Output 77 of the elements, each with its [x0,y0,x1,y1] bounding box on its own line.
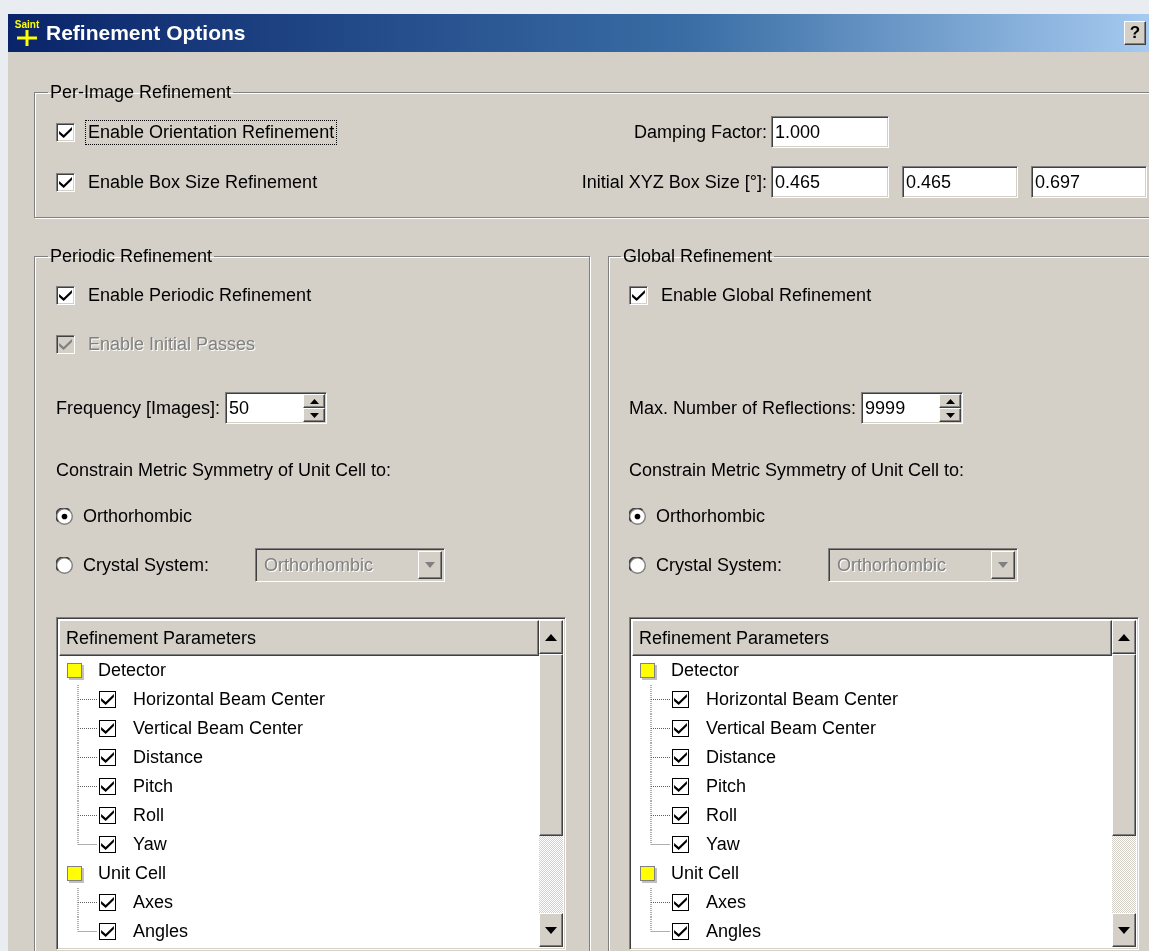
tree-item[interactable]: Detector [67,660,167,681]
down-arrow-icon [1118,926,1130,934]
down-arrow-icon [945,412,955,418]
down-arrow-icon [309,412,319,418]
group-title: Periodic Refinement [49,246,214,267]
checkbox[interactable]: Roll [670,805,737,826]
tree-connector [650,772,670,801]
checkbox[interactable]: Enable Periodic Refinement [56,283,315,308]
scroll-down-button[interactable] [539,913,563,947]
radio-button[interactable]: Crystal System: [629,554,783,576]
scroll-up-button[interactable] [1112,620,1136,654]
column-header[interactable]: Refinement Parameters [632,620,1112,656]
checkbox[interactable]: Roll [97,805,164,826]
field-label: Max. Number of Reflections: [629,397,857,419]
tree-connector [650,743,670,772]
scroll-up-button[interactable] [539,620,563,654]
section-label: Constrain Metric Symmetry of Unit Cell to: [629,458,966,482]
down-arrow-icon [545,926,557,934]
checkbox[interactable]: Yaw [97,834,167,855]
spin-box[interactable]: 50 [225,392,328,424]
tree-connector [650,685,670,714]
window-title: Refinement Options [46,21,247,45]
spin-down-button[interactable] [939,408,962,422]
tree-connector [77,743,97,772]
tree-item[interactable]: Unit Cell [640,863,740,884]
radio-button[interactable]: Orthorhombic [629,505,766,527]
checkbox[interactable]: Axes [670,892,747,913]
group-title: Global Refinement [622,246,774,267]
checkbox[interactable]: Pitch [670,776,747,797]
checkbox[interactable]: Axes [97,892,174,913]
checkbox[interactable]: Horizontal Beam Center [97,689,326,710]
scroll-thumb[interactable] [1112,654,1136,836]
spin-up-button[interactable] [303,394,326,408]
up-arrow-icon [945,398,955,404]
help-button[interactable]: ? [1124,21,1146,45]
checkbox[interactable]: Enable Global Refinement [629,283,875,308]
tree-connector [650,714,670,743]
scrollbar[interactable] [539,620,563,947]
field-label: Damping Factor: [632,121,768,143]
app-logo: Saint [12,20,42,46]
caret-icon [425,562,435,568]
section-label: Constrain Metric Symmetry of Unit Cell to: [56,458,393,482]
checkbox[interactable]: Distance [670,747,777,768]
scrollbar[interactable] [1112,620,1136,947]
tree-connector [77,685,97,714]
text-field[interactable]: 0.465 [902,166,1018,198]
field-label: Frequency [Images]: [56,397,221,419]
spin-box[interactable]: 9999 [861,392,964,424]
column-header[interactable]: Refinement Parameters [59,620,539,656]
scroll-down-button[interactable] [1112,913,1136,947]
text-field[interactable]: 1.000 [771,116,889,148]
up-arrow-icon [1118,633,1130,641]
tree-item[interactable]: Detector [640,660,740,681]
radio-button[interactable]: Orthorhombic [56,505,193,527]
checkbox[interactable]: Angles [97,921,189,942]
tree-connector [77,714,97,743]
spin-up-button[interactable] [939,394,962,408]
text-field[interactable]: 0.465 [771,166,889,198]
scroll-thumb[interactable] [539,654,563,836]
caret-icon [998,562,1008,568]
checkbox[interactable]: Yaw [670,834,740,855]
text-field[interactable]: 0.697 [1031,166,1147,198]
checkbox[interactable]: Distance [97,747,204,768]
radio-button[interactable]: Crystal System: [56,554,210,576]
checkbox[interactable]: Horizontal Beam Center [670,689,899,710]
tree-item[interactable]: Unit Cell [67,863,167,884]
up-arrow-icon [545,633,557,641]
checkbox[interactable]: Pitch [97,776,174,797]
tree-connector [77,772,97,801]
checkbox[interactable]: Angles [670,921,762,942]
up-arrow-icon [309,398,319,404]
field-label: Initial XYZ Box Size [°]: [580,171,768,193]
group-title: Per-Image Refinement [49,82,233,103]
checkbox[interactable]: Enable Box Size Refinement [56,169,321,195]
checkbox[interactable]: Vertical Beam Center [97,718,304,739]
spin-down-button[interactable] [303,408,326,422]
checkbox[interactable]: Vertical Beam Center [670,718,877,739]
